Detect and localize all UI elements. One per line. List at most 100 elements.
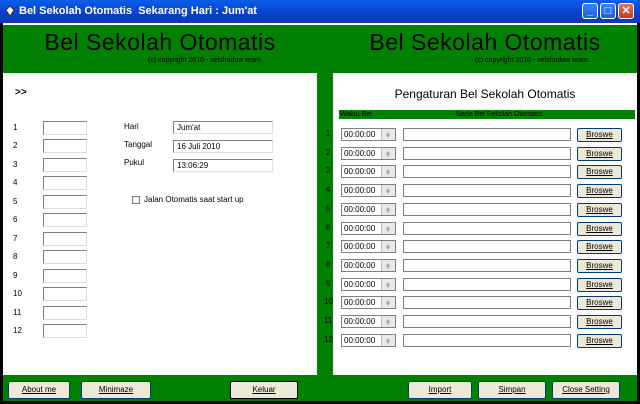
bell-sound-path-input[interactable] — [403, 296, 571, 310]
browse-button[interactable]: Broswe — [577, 333, 622, 348]
bell-sound-path-input[interactable] — [403, 240, 571, 254]
schedule-slot-field[interactable] — [43, 269, 87, 283]
browse-button[interactable]: Broswe — [577, 184, 622, 199]
nada-column-header: Nada Bel Sekolah Otomatis — [456, 111, 542, 118]
bell-time-input[interactable]: 00:00:00 — [341, 221, 396, 235]
close-window-button[interactable]: ✕ — [618, 3, 634, 19]
bell-time-input[interactable]: 00:00:00 — [341, 296, 396, 310]
pukul-field[interactable]: 13:06:29 — [173, 159, 273, 172]
schedule-slot-field[interactable] — [43, 176, 87, 190]
bell-sound-path-input[interactable] — [403, 277, 571, 291]
autostart-checkbox[interactable] — [132, 196, 140, 204]
bell-time-input[interactable]: 00:00:00 — [341, 202, 396, 216]
about-button[interactable]: About me — [8, 381, 70, 399]
browse-button[interactable]: Broswe — [577, 296, 622, 311]
import-button[interactable]: Import — [408, 381, 472, 399]
simpan-button[interactable]: Simpan — [478, 381, 546, 399]
schedule-slot-field[interactable] — [43, 158, 87, 172]
setting-row-number: 9 — [326, 278, 331, 288]
bell-time-input[interactable]: 00:00:00 — [341, 184, 396, 198]
setting-row-number: 8 — [326, 259, 331, 269]
keluar-button[interactable]: Keluar — [230, 381, 298, 399]
setting-row-number: 6 — [326, 222, 331, 232]
setting-row-number: 5 — [326, 203, 331, 213]
time-spinner-icon[interactable] — [381, 203, 395, 215]
browse-button[interactable]: Broswe — [577, 128, 622, 142]
minimize-icon: _ — [586, 5, 594, 17]
bell-sound-path-input[interactable] — [403, 184, 571, 198]
time-spinner-icon[interactable] — [381, 278, 395, 290]
setting-row-number: 12 — [324, 334, 333, 344]
time-spinner-icon[interactable] — [381, 334, 395, 346]
schedule-slot-field[interactable] — [43, 287, 87, 301]
schedule-slot-field[interactable] — [43, 121, 87, 135]
browse-button[interactable]: Broswe — [577, 240, 622, 255]
tanggal-field[interactable]: 16 Juli 2010 — [173, 140, 273, 153]
browse-button[interactable]: Broswe — [577, 146, 622, 161]
bell-sound-path-input[interactable] — [403, 333, 571, 347]
hari-field[interactable]: Jum'at — [173, 121, 273, 134]
bell-time-input[interactable]: 00:00:00 — [341, 258, 396, 272]
browse-button[interactable]: Broswe — [577, 221, 622, 236]
bell-time-input[interactable]: 00:00:00 — [341, 128, 396, 141]
time-spinner-icon[interactable] — [381, 316, 395, 327]
schedule-slot-field[interactable] — [43, 250, 87, 264]
browse-button[interactable]: Broswe — [577, 277, 622, 292]
row-number: 2 — [13, 141, 18, 150]
app-icon — [5, 5, 15, 17]
bell-sound-path-input[interactable] — [403, 202, 571, 216]
minimize-button[interactable]: Minimaze — [81, 381, 151, 399]
bell-sound-path-input[interactable] — [403, 258, 571, 272]
time-spinner-icon[interactable] — [381, 297, 395, 309]
setting-row-number: 2 — [326, 147, 331, 157]
row-number: 4 — [13, 178, 18, 187]
left-copyright: (c) copyright 2010 - velshadow team — [148, 57, 261, 64]
time-spinner-icon[interactable] — [381, 129, 395, 140]
browse-button[interactable]: Broswe — [577, 165, 622, 180]
time-spinner-icon[interactable] — [381, 147, 395, 159]
row-number: 3 — [13, 160, 18, 169]
browse-button[interactable]: Broswe — [577, 258, 622, 273]
right-copyright: (c) copyright 2010 - velshadow team — [475, 57, 588, 64]
bell-sound-path-input[interactable] — [403, 165, 571, 179]
waktu-column-header: Waktu Bel — [340, 111, 372, 118]
row-number: 12 — [13, 326, 22, 335]
bell-time-input[interactable]: 00:00:00 — [341, 333, 396, 347]
schedule-slot-field[interactable] — [43, 324, 87, 338]
time-spinner-icon[interactable] — [381, 185, 395, 197]
autostart-label: Jalan Otomatis saat start up — [144, 195, 244, 204]
bell-time-input[interactable]: 00:00:00 — [341, 165, 396, 179]
close-setting-button[interactable]: Close Setting — [552, 381, 620, 399]
column-header: Waktu Bel Nada Bel Sekolah Otomatis — [339, 110, 635, 119]
bell-time-input[interactable]: 00:00:00 — [341, 277, 396, 291]
bell-sound-path-input[interactable] — [403, 128, 571, 141]
bell-sound-path-input[interactable] — [403, 221, 571, 235]
hari-label: Hari — [124, 122, 139, 131]
maximize-window-button[interactable]: □ — [600, 3, 616, 19]
right-header-title: Bel Sekolah Otomatis — [369, 29, 601, 55]
schedule-slot-field[interactable] — [43, 306, 87, 320]
time-spinner-icon[interactable] — [381, 166, 395, 178]
setting-row-number: 1 — [326, 129, 331, 138]
bell-time-input[interactable]: 00:00:00 — [341, 315, 396, 328]
bell-time-input[interactable]: 00:00:00 — [341, 146, 396, 160]
schedule-slot-field[interactable] — [43, 139, 87, 153]
setting-row-number: 11 — [324, 316, 333, 325]
time-spinner-icon[interactable] — [381, 259, 395, 271]
row-number: 6 — [13, 215, 18, 224]
browse-button[interactable]: Broswe — [577, 315, 622, 329]
minimize-window-button[interactable]: _ — [582, 3, 598, 19]
left-header-title: Bel Sekolah Otomatis — [44, 29, 276, 55]
row-number: 9 — [13, 271, 18, 280]
bell-time-input[interactable]: 00:00:00 — [341, 240, 396, 254]
schedule-slot-field[interactable] — [43, 213, 87, 227]
bell-sound-path-input[interactable] — [403, 146, 571, 160]
time-spinner-icon[interactable] — [381, 241, 395, 253]
browse-button[interactable]: Broswe — [577, 202, 622, 217]
left-header: Bel Sekolah Otomatis (c) copyright 2010 … — [3, 25, 317, 73]
schedule-slot-field[interactable] — [43, 232, 87, 246]
schedule-slot-field[interactable] — [43, 195, 87, 209]
bell-sound-path-input[interactable] — [403, 315, 571, 328]
time-spinner-icon[interactable] — [381, 222, 395, 234]
setting-row-number: 4 — [326, 185, 331, 195]
